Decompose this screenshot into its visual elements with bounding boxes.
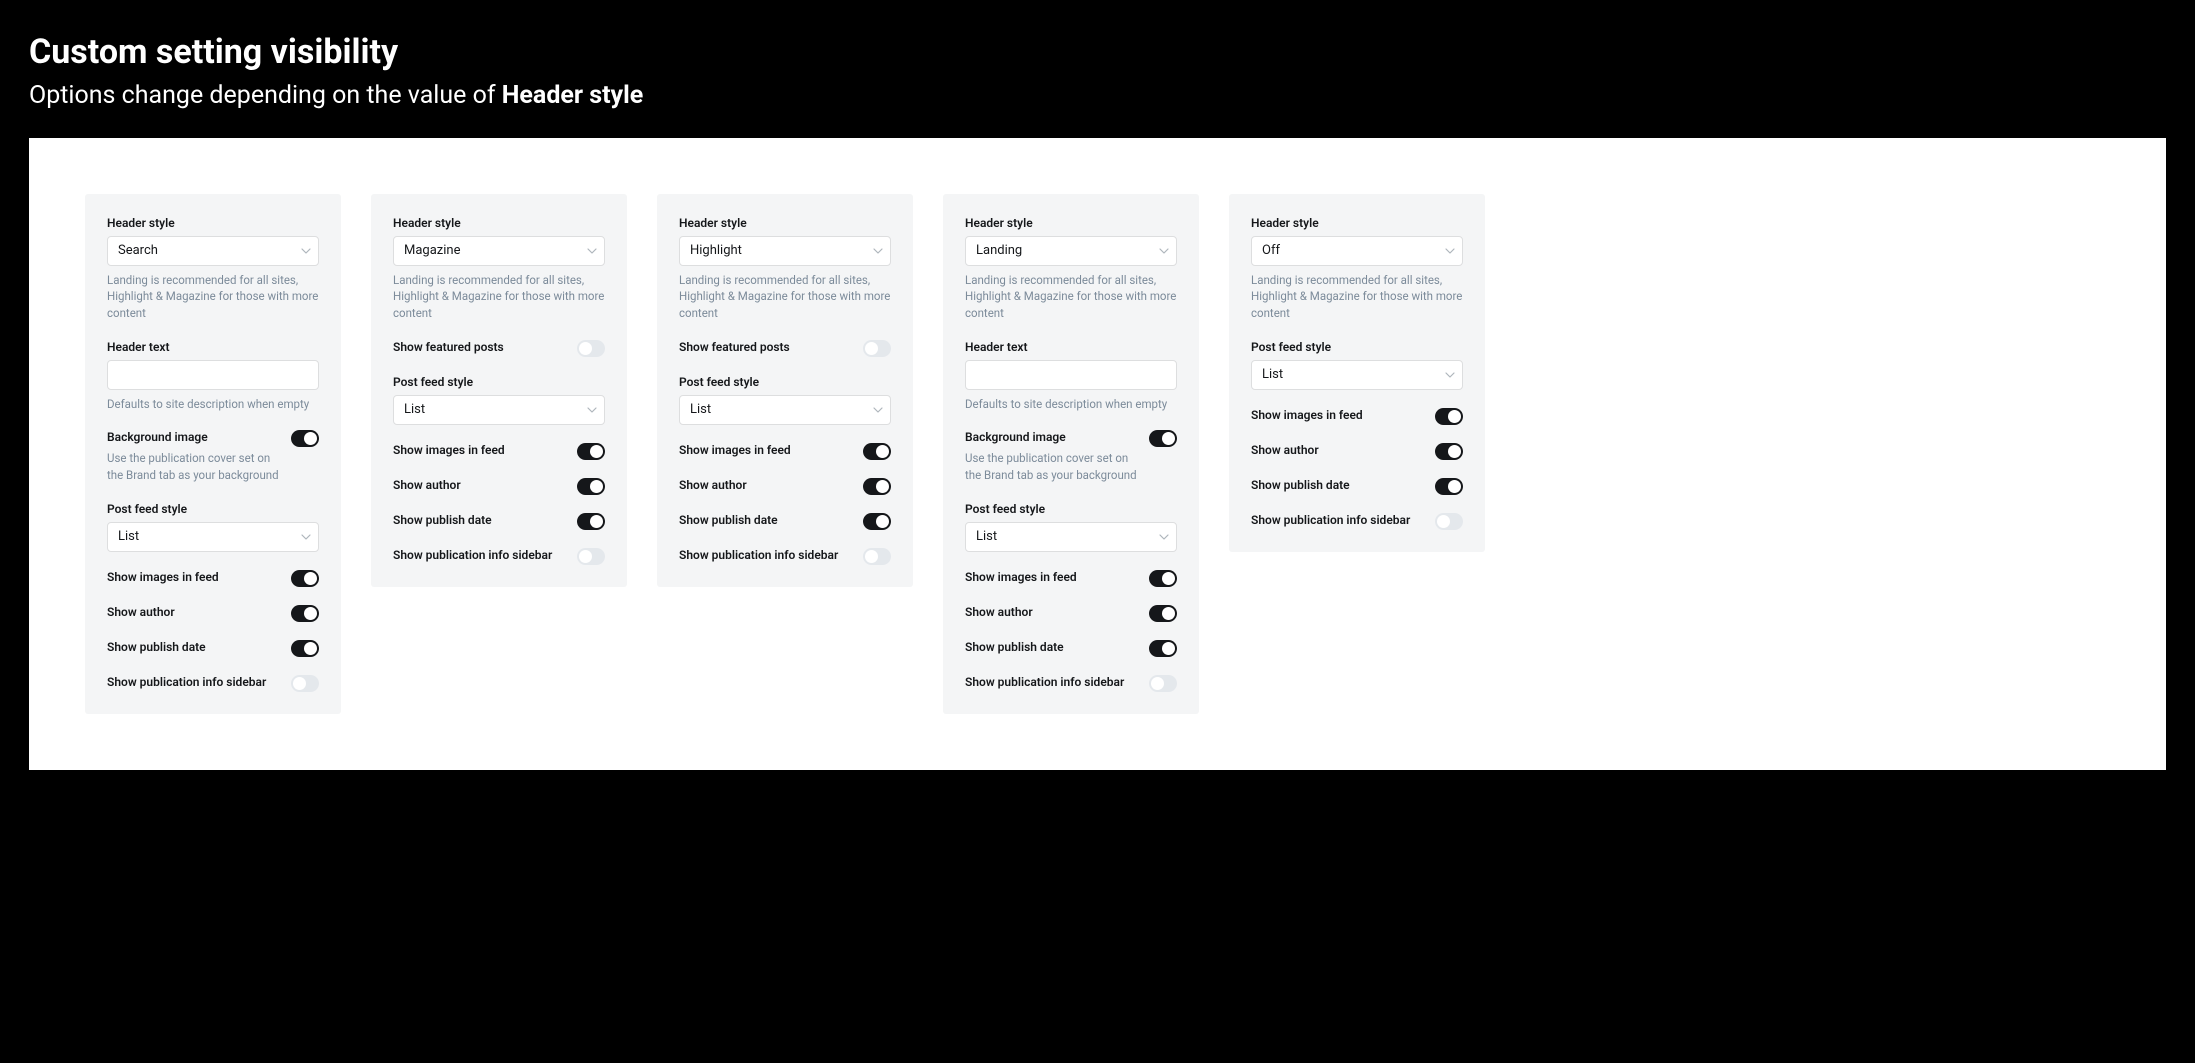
header-text-input[interactable] — [965, 360, 1177, 390]
subtitle-bold: Header style — [502, 81, 643, 110]
background-image-label: Background image — [965, 430, 1137, 444]
show-pub-info-sidebar-label: Show publication info sidebar — [965, 675, 1124, 689]
show-publish-date-toggle[interactable] — [863, 513, 891, 530]
content-area: Header style Search Landing is recommend… — [29, 138, 2166, 770]
subtitle-prefix: Options change depending on the value of — [29, 81, 502, 110]
show-featured-posts-label: Show featured posts — [393, 340, 504, 354]
header-style-label: Header style — [393, 216, 605, 230]
show-images-label: Show images in feed — [1251, 408, 1363, 422]
header-style-help: Landing is recommended for all sites, Hi… — [965, 272, 1177, 322]
show-images-label: Show images in feed — [107, 570, 219, 584]
show-featured-posts-toggle[interactable] — [863, 340, 891, 357]
show-images-label: Show images in feed — [965, 570, 1077, 584]
show-pub-info-sidebar-toggle[interactable] — [291, 675, 319, 692]
header-text-help: Defaults to site description when empty — [965, 396, 1177, 413]
show-author-label: Show author — [107, 605, 175, 619]
show-publish-date-label: Show publish date — [679, 513, 778, 527]
show-publish-date-toggle[interactable] — [577, 513, 605, 530]
background-image-help: Use the publication cover set on the Bra… — [107, 450, 279, 483]
show-images-label: Show images in feed — [679, 443, 791, 457]
page-title: Custom setting visibility — [29, 32, 2166, 73]
show-pub-info-sidebar-toggle[interactable] — [863, 548, 891, 565]
show-author-toggle[interactable] — [577, 478, 605, 495]
background-image-label: Background image — [107, 430, 279, 444]
post-feed-style-label: Post feed style — [679, 375, 891, 389]
post-feed-style-label: Post feed style — [107, 502, 319, 516]
show-publish-date-label: Show publish date — [393, 513, 492, 527]
post-feed-style-select[interactable]: List — [107, 522, 319, 552]
header-style-select[interactable]: Highlight — [679, 236, 891, 266]
show-author-toggle[interactable] — [291, 605, 319, 622]
show-author-toggle[interactable] — [863, 478, 891, 495]
show-pub-info-sidebar-label: Show publication info sidebar — [679, 548, 838, 562]
header-style-help: Landing is recommended for all sites, Hi… — [1251, 272, 1463, 322]
show-pub-info-sidebar-label: Show publication info sidebar — [107, 675, 266, 689]
show-featured-posts-toggle[interactable] — [577, 340, 605, 357]
show-images-toggle[interactable] — [863, 443, 891, 460]
show-pub-info-sidebar-toggle[interactable] — [1149, 675, 1177, 692]
post-feed-style-select[interactable]: List — [1251, 360, 1463, 390]
post-feed-style-label: Post feed style — [393, 375, 605, 389]
show-images-toggle[interactable] — [1435, 408, 1463, 425]
post-feed-style-select[interactable]: List — [965, 522, 1177, 552]
post-feed-style-select[interactable]: List — [393, 395, 605, 425]
page-subtitle: Options change depending on the value of… — [29, 81, 2166, 110]
header-style-select[interactable]: Magazine — [393, 236, 605, 266]
header-style-help: Landing is recommended for all sites, Hi… — [679, 272, 891, 322]
header-style-select[interactable]: Landing — [965, 236, 1177, 266]
header-text-help: Defaults to site description when empty — [107, 396, 319, 413]
background-image-help: Use the publication cover set on the Bra… — [965, 450, 1137, 483]
header-style-help: Landing is recommended for all sites, Hi… — [107, 272, 319, 322]
show-images-toggle[interactable] — [291, 570, 319, 587]
header-style-label: Header style — [1251, 216, 1463, 230]
header-style-help: Landing is recommended for all sites, Hi… — [393, 272, 605, 322]
show-pub-info-sidebar-toggle[interactable] — [577, 548, 605, 565]
header-style-label: Header style — [965, 216, 1177, 230]
show-pub-info-sidebar-toggle[interactable] — [1435, 513, 1463, 530]
background-image-toggle[interactable] — [1149, 430, 1177, 447]
show-publish-date-toggle[interactable] — [291, 640, 319, 657]
show-images-toggle[interactable] — [577, 443, 605, 460]
show-author-label: Show author — [965, 605, 1033, 619]
show-author-label: Show author — [679, 478, 747, 492]
settings-panel-off: Header style Off Landing is recommended … — [1229, 194, 1485, 552]
show-author-label: Show author — [1251, 443, 1319, 457]
post-feed-style-label: Post feed style — [1251, 340, 1463, 354]
show-publish-date-label: Show publish date — [965, 640, 1064, 654]
settings-panel-landing: Header style Landing Landing is recommen… — [943, 194, 1199, 714]
settings-panel-search: Header style Search Landing is recommend… — [85, 194, 341, 714]
show-publish-date-label: Show publish date — [107, 640, 206, 654]
header-text-label: Header text — [107, 340, 319, 354]
show-publish-date-label: Show publish date — [1251, 478, 1350, 492]
show-pub-info-sidebar-label: Show publication info sidebar — [1251, 513, 1410, 527]
show-author-toggle[interactable] — [1149, 605, 1177, 622]
header-text-input[interactable] — [107, 360, 319, 390]
page-header: Custom setting visibility Options change… — [0, 0, 2195, 138]
show-publish-date-toggle[interactable] — [1149, 640, 1177, 657]
show-author-toggle[interactable] — [1435, 443, 1463, 460]
show-pub-info-sidebar-label: Show publication info sidebar — [393, 548, 552, 562]
settings-panel-highlight: Header style Highlight Landing is recomm… — [657, 194, 913, 587]
header-style-select[interactable]: Search — [107, 236, 319, 266]
show-images-label: Show images in feed — [393, 443, 505, 457]
show-author-label: Show author — [393, 478, 461, 492]
background-image-toggle[interactable] — [291, 430, 319, 447]
post-feed-style-select[interactable]: List — [679, 395, 891, 425]
post-feed-style-label: Post feed style — [965, 502, 1177, 516]
show-publish-date-toggle[interactable] — [1435, 478, 1463, 495]
header-text-label: Header text — [965, 340, 1177, 354]
header-style-label: Header style — [679, 216, 891, 230]
show-images-toggle[interactable] — [1149, 570, 1177, 587]
header-style-label: Header style — [107, 216, 319, 230]
show-featured-posts-label: Show featured posts — [679, 340, 790, 354]
settings-panel-magazine: Header style Magazine Landing is recomme… — [371, 194, 627, 587]
header-style-select[interactable]: Off — [1251, 236, 1463, 266]
